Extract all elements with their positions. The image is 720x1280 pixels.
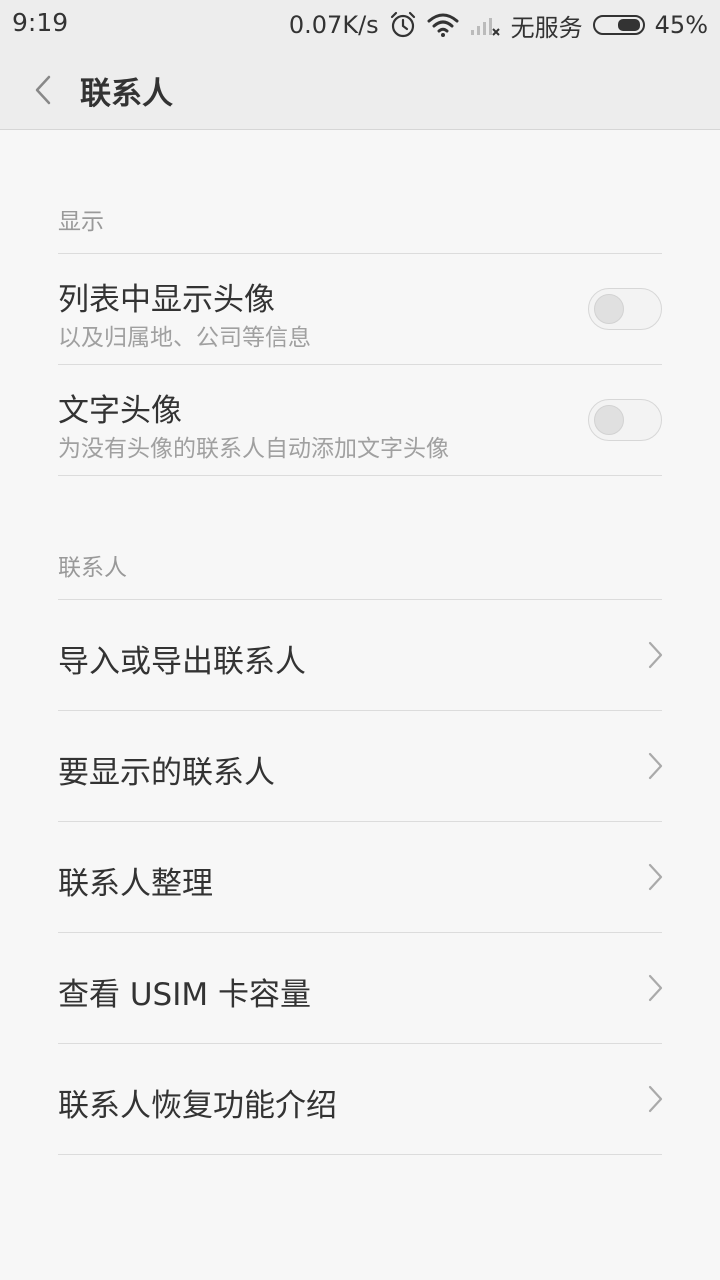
chevron-right-icon bbox=[648, 974, 663, 1002]
menu-item-import-export[interactable]: 导入或导出联系人 bbox=[0, 600, 720, 710]
menu-item-restore-intro[interactable]: 联系人恢复功能介绍 bbox=[0, 1044, 720, 1154]
show-avatar-toggle[interactable] bbox=[588, 288, 662, 330]
page-title: 联系人 bbox=[80, 76, 173, 112]
divider bbox=[58, 475, 662, 476]
chevron-right-icon bbox=[648, 1085, 663, 1113]
section-label-contacts: 联系人 bbox=[58, 555, 127, 581]
battery-icon bbox=[592, 15, 645, 35]
network-speed: 0.07K/s bbox=[288, 11, 379, 39]
title-bar: 联系人 bbox=[0, 50, 720, 130]
toggle-knob bbox=[594, 405, 624, 435]
menu-item-label: 查看 USIM 卡容量 bbox=[58, 977, 311, 1013]
menu-item-label: 要显示的联系人 bbox=[58, 755, 275, 791]
alarm-icon bbox=[389, 11, 417, 39]
setting-subtitle: 为没有头像的联系人自动添加文字头像 bbox=[58, 436, 449, 462]
setting-show-avatar[interactable]: 列表中显示头像 以及归属地、公司等信息 bbox=[0, 254, 720, 364]
menu-item-label: 联系人恢复功能介绍 bbox=[58, 1088, 337, 1124]
setting-subtitle: 以及归属地、公司等信息 bbox=[58, 325, 311, 351]
toggle-knob bbox=[594, 294, 624, 324]
chevron-right-icon bbox=[648, 641, 663, 669]
setting-title: 列表中显示头像 bbox=[58, 282, 275, 318]
text-avatar-toggle[interactable] bbox=[588, 399, 662, 441]
back-button[interactable] bbox=[28, 72, 58, 108]
menu-item-organize-contacts[interactable]: 联系人整理 bbox=[0, 822, 720, 932]
no-signal-icon bbox=[469, 12, 501, 38]
chevron-right-icon bbox=[648, 863, 663, 891]
menu-item-contacts-to-display[interactable]: 要显示的联系人 bbox=[0, 711, 720, 821]
chevron-right-icon bbox=[648, 752, 663, 780]
setting-title: 文字头像 bbox=[58, 393, 182, 429]
wifi-icon bbox=[427, 12, 459, 38]
menu-item-label: 联系人整理 bbox=[58, 866, 213, 902]
no-service-text: 无服务 bbox=[510, 13, 583, 42]
status-bar: 9:19 0.07K/s 无服务 45% bbox=[0, 0, 720, 50]
chevron-left-icon bbox=[35, 75, 51, 105]
menu-item-usim-capacity[interactable]: 查看 USIM 卡容量 bbox=[0, 933, 720, 1043]
section-label-display: 显示 bbox=[58, 209, 104, 235]
setting-text-avatar[interactable]: 文字头像 为没有头像的联系人自动添加文字头像 bbox=[0, 365, 720, 475]
menu-item-label: 导入或导出联系人 bbox=[58, 644, 306, 680]
battery-percent: 45% bbox=[654, 11, 708, 39]
divider bbox=[58, 1154, 662, 1155]
status-time: 9:19 bbox=[12, 8, 69, 37]
